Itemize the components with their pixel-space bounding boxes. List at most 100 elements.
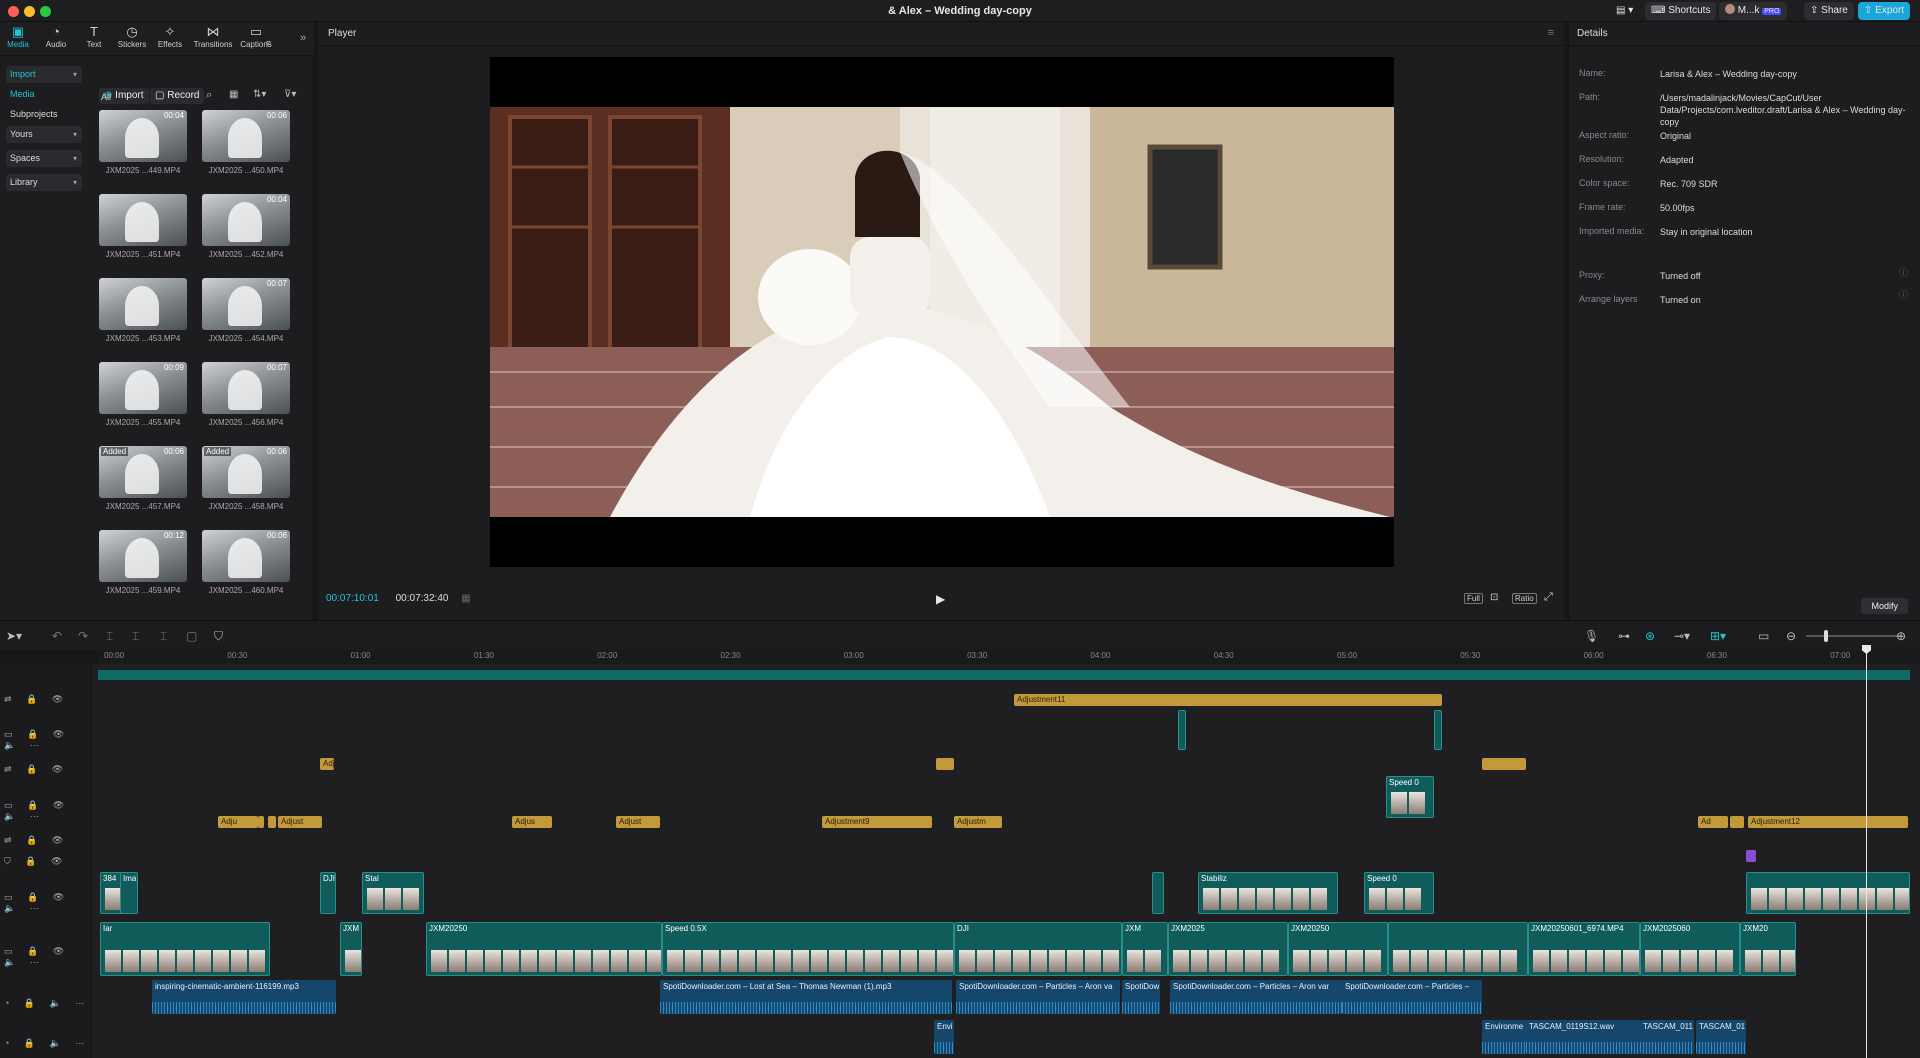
video-clip[interactable]: JXM20250 [426, 922, 662, 976]
video-clip[interactable]: JXM [1122, 922, 1168, 976]
media-thumbnail[interactable]: 00:09 JXM2025 ...455.MP4 [99, 362, 187, 442]
audio-clip[interactable]: SpotiDownloader.com – Lost at Sea – Thom… [660, 980, 952, 1014]
modify-button[interactable]: Modify [1861, 598, 1908, 614]
undo-icon[interactable]: ↶ [52, 629, 62, 643]
shield-icon[interactable]: ⛉ [214, 629, 223, 644]
adjustment-clip[interactable] [936, 758, 954, 770]
media-thumbnail[interactable]: 00:06 Added JXM2025 ...457.MP4 [99, 446, 187, 526]
zoom-slider[interactable] [1806, 635, 1900, 637]
adjustment-clip[interactable]: Adjustment12 [1748, 816, 1908, 828]
adjustment-clip[interactable]: Adjus [512, 816, 552, 828]
proxy-help-icon[interactable]: ⓘ [1899, 266, 1908, 279]
track-controls-icons[interactable]: ▭ 🔒 👁 🔈 ⋯ [4, 892, 91, 914]
track-controls-icons[interactable]: ⇌ 🔒 👁 [4, 694, 69, 705]
adjustment-clip[interactable] [258, 816, 264, 828]
layout-icon[interactable]: ▤ ▾ [1610, 2, 1639, 20]
preview-axis-icon[interactable]: ⊞▾ [1710, 629, 1726, 643]
video-clip[interactable]: JXM2025 [1168, 922, 1288, 976]
sidebar-item-media[interactable]: Media [6, 86, 82, 103]
keyframe-marker[interactable] [1746, 850, 1756, 862]
adjustment-clip[interactable]: Ad [1698, 816, 1728, 828]
zoom-in-icon[interactable]: ⊕ [1896, 629, 1906, 643]
full-button[interactable]: Full [1464, 593, 1483, 604]
zoom-out-icon[interactable]: ⊖ [1786, 629, 1796, 643]
video-clip[interactable] [1178, 710, 1186, 750]
tab-stickers[interactable]: ◷ Stickers [112, 24, 152, 49]
timeline-ruler[interactable]: 00:00 00:30 01:00 01:30 02:00 02:30 03:00 03:30… [98, 650, 1920, 664]
video-preview[interactable] [490, 57, 1394, 567]
filter-all-label[interactable]: All [101, 92, 111, 102]
zoom-slider-handle[interactable] [1824, 630, 1828, 642]
share-button[interactable]: ⇪ Share [1804, 2, 1854, 20]
media-thumbnail[interactable]: 00:07 JXM2025 ...456.MP4 [202, 362, 290, 442]
fullscreen-icon[interactable]: ⤢ [1544, 591, 1553, 604]
media-thumbnail[interactable]: 00:07 JXM2025 ...454.MP4 [202, 278, 290, 358]
audio-clip[interactable]: SpotiDow [1122, 980, 1160, 1014]
split-right-icon[interactable]: ⌶ [160, 629, 167, 644]
link-icon[interactable]: ⊶ [1618, 629, 1630, 643]
video-clip[interactable]: Speed 0.5X [662, 922, 954, 976]
sidebar-item-subprojects[interactable]: Subprojects [6, 106, 82, 123]
adjustment-clip[interactable]: Adjustment11 [1014, 694, 1439, 706]
delete-icon[interactable]: ▢ [186, 629, 197, 643]
caption-icon[interactable]: ▭ [1758, 629, 1769, 643]
sidebar-item-library[interactable]: Library ▾ [6, 174, 82, 191]
sort-icon[interactable]: ⇅▾ [253, 89, 266, 100]
select-tool-icon[interactable]: ➤▾ [6, 629, 22, 643]
tab-media[interactable]: ▣ Media [0, 24, 38, 49]
adjustment-clip[interactable]: Adju [218, 816, 258, 828]
audio-clip[interactable]: Environme [1482, 1020, 1526, 1054]
video-clip[interactable] [1746, 872, 1910, 914]
layers-help-icon[interactable]: ⓘ [1899, 288, 1908, 301]
media-thumbnail[interactable]: 00:04 JXM2025 ...452.MP4 [202, 194, 290, 274]
track-controls-icons[interactable]: ◔ 🔒 🔈 ⋯ [4, 998, 90, 1009]
snapshot-icon[interactable]: ⊡ [1490, 592, 1498, 603]
media-thumbnail[interactable]: JXM2025 ...453.MP4 [99, 278, 187, 358]
track-controls-icons[interactable]: ◔ 🔒 🔈 ⋯ [4, 1038, 90, 1049]
video-clip[interactable] [1152, 872, 1164, 914]
audio-clip[interactable]: SpotiDownloader.com – Particles – [1342, 980, 1482, 1014]
tab-effects[interactable]: ✧ Effects [150, 24, 190, 49]
timecode-grid-icon[interactable]: ▦ [461, 593, 470, 604]
video-clip[interactable]: Iar [100, 922, 270, 976]
track-controls-icons[interactable]: ▭ 🔒 👁 🔈 ⋯ [4, 946, 91, 968]
filter-icon[interactable]: ⊽▾ [284, 89, 296, 100]
adjustment-clip[interactable] [1730, 816, 1744, 828]
video-clip[interactable]: Stabiliz [1198, 872, 1338, 914]
tab-audio[interactable]: ◔ Audio [36, 24, 76, 49]
media-thumbnail[interactable]: JXM2025 ...451.MP4 [99, 194, 187, 274]
video-clip[interactable]: DJI [954, 922, 1122, 976]
audio-clip[interactable]: SpotiDownloader.com – Particles – Aron v… [1170, 980, 1342, 1014]
record-button[interactable]: ▢ Record [150, 88, 205, 104]
adjustment-clip[interactable]: Adjustment9 [822, 816, 932, 828]
grid-view-icon[interactable]: ▦ [229, 89, 238, 100]
adjustment-clip[interactable] [1482, 758, 1526, 770]
redo-icon[interactable]: ↷ [78, 629, 88, 643]
audio-clip[interactable]: inspiring-cinematic-ambient-116199.mp3 [152, 980, 336, 1014]
snap-icon[interactable]: ⊸▾ [1674, 629, 1690, 643]
media-thumbnail[interactable]: 00:06 Added JXM2025 ...458.MP4 [202, 446, 290, 526]
media-thumbnail[interactable]: 00:12 JXM2025 ...459.MP4 [99, 530, 187, 610]
video-clip[interactable] [1434, 710, 1442, 750]
sidebar-item-yours[interactable]: Yours ▾ [6, 126, 82, 143]
tab-text[interactable]: T Text [74, 24, 114, 49]
adjustment-clip[interactable]: Adjust [616, 816, 660, 828]
shortcuts-button[interactable]: ⌨ Shortcuts [1645, 2, 1717, 20]
track-controls-icons[interactable]: ⇌ 🔒 👁 [4, 764, 69, 775]
tab-transitions[interactable]: ⋈ Transitions [193, 24, 233, 49]
playhead[interactable] [1866, 650, 1867, 1058]
track-controls-icons[interactable]: ⇌ 🔒 👁 [4, 835, 69, 846]
video-clip[interactable]: DJI [320, 872, 336, 914]
search-icon[interactable]: ⌕ [206, 89, 212, 102]
track-controls-icons[interactable]: ▭ 🔒 👁 🔈 ⋯ [4, 729, 91, 751]
account-button[interactable]: M...k PRO [1719, 2, 1788, 20]
audio-clip[interactable]: TASCAM_01 [1696, 1020, 1746, 1054]
expand-tabs-icon[interactable]: » [300, 32, 306, 44]
audio-clip[interactable]: TASCAM_0119S12.wav [1526, 1020, 1640, 1054]
video-clip[interactable]: Ima [120, 872, 138, 914]
video-clip[interactable]: JXM2025060 [1640, 922, 1740, 976]
magnet-icon[interactable]: ⊛ [1645, 629, 1655, 643]
ratio-button[interactable]: Ratio [1512, 593, 1537, 604]
export-button[interactable]: ⇧ Export [1858, 2, 1911, 20]
video-clip[interactable] [1388, 922, 1528, 976]
